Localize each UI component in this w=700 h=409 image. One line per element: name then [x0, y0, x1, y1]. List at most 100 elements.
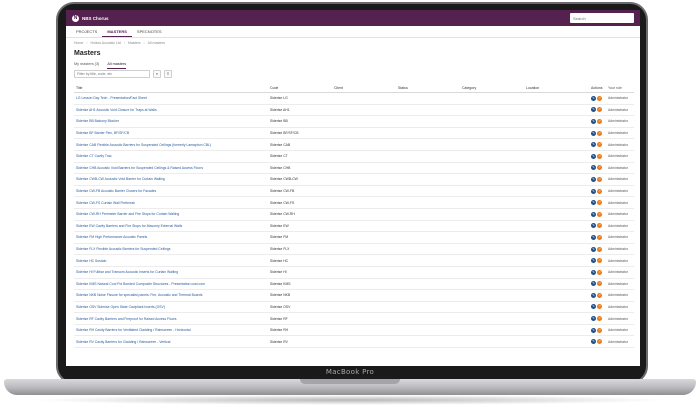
- column-client[interactable]: Client: [334, 86, 398, 90]
- share-icon[interactable]: ↗: [597, 107, 602, 113]
- share-icon[interactable]: ↗: [597, 200, 602, 206]
- table-row[interactable]: Siderise CWB-CW Acoustic Void Barrier fo…: [74, 174, 634, 186]
- row-title-link[interactable]: Siderise EW Cavity Barriers and Fire Sto…: [74, 224, 270, 228]
- row-title-link[interactable]: Siderise CWB-CW Acoustic Void Barrier fo…: [74, 177, 270, 181]
- breadcrumb-masters[interactable]: Masters: [128, 41, 140, 45]
- edit-icon[interactable]: ✎: [591, 281, 596, 287]
- row-title-link[interactable]: Siderise OSV Siderise Open State Cavipli…: [74, 305, 270, 309]
- row-title-link[interactable]: Siderise HI Fullbar and Transom Acoustic…: [74, 270, 270, 274]
- edit-icon[interactable]: ✎: [591, 95, 596, 101]
- edit-icon[interactable]: ✎: [591, 118, 596, 124]
- share-icon[interactable]: ↗: [597, 304, 602, 310]
- share-icon[interactable]: ↗: [597, 246, 602, 252]
- edit-icon[interactable]: ✎: [591, 292, 596, 298]
- row-title-link[interactable]: Siderise KMS Natural Cool Pol Bonded Com…: [74, 282, 270, 286]
- table-row[interactable]: Siderise CW-FS Curtain Wall Firebreak Sid…: [74, 197, 634, 209]
- subtab-all-masters[interactable]: All masters: [107, 62, 127, 69]
- table-row[interactable]: Siderise FLX Flexible Acoustic Barriers …: [74, 244, 634, 256]
- edit-icon[interactable]: ✎: [591, 176, 596, 182]
- share-icon[interactable]: ↗: [597, 188, 602, 194]
- edit-icon[interactable]: ✎: [591, 234, 596, 240]
- table-row[interactable]: Siderise RF Cavity Barriers and Fireproo…: [74, 313, 634, 325]
- table-row[interactable]: Siderise RV Cavity Barriers for Cladding…: [74, 336, 634, 349]
- row-title-link[interactable]: Siderise BF Barrier Flex, BF/SF/CB: [74, 131, 270, 135]
- table-row[interactable]: Siderise CW-RH Perimeter Barrier and Fir…: [74, 209, 634, 221]
- row-title-link[interactable]: Siderise CW-FS Curtain Wall Firebreak: [74, 201, 270, 205]
- nav-tab-projects[interactable]: PROJECTS: [71, 26, 102, 37]
- share-icon[interactable]: ↗: [597, 258, 602, 264]
- table-row[interactable]: Siderise CW-FB Acoustic Barrier Closers …: [74, 186, 634, 198]
- column-status[interactable]: Status: [398, 86, 462, 90]
- share-icon[interactable]: ↗: [597, 327, 602, 333]
- table-row[interactable]: Siderise CT Cavity Trac Siderise CT ✎ ↗ Admi…: [74, 151, 634, 163]
- table-row[interactable]: Siderise OSV Siderise Open State Cavipli…: [74, 302, 634, 314]
- edit-icon[interactable]: ✎: [591, 304, 596, 310]
- share-icon[interactable]: ↗: [597, 269, 602, 275]
- row-title-link[interactable]: Siderise AH1 Acoustic Void Closure for T…: [74, 108, 270, 112]
- nav-tab-specnotes[interactable]: SPECNOTES: [132, 26, 167, 37]
- subtab-my-masters[interactable]: My masters (3): [74, 62, 99, 69]
- table-row[interactable]: Siderise AH1 Acoustic Void Closure for T…: [74, 105, 634, 117]
- share-icon[interactable]: ↗: [597, 211, 602, 217]
- table-row[interactable]: Siderise KMS Natural Cool Pol Bonded Com…: [74, 279, 634, 291]
- filter-input[interactable]: [74, 70, 150, 78]
- row-title-link[interactable]: Siderise RV Cavity Barriers for Cladding…: [74, 340, 270, 344]
- breadcrumb-home[interactable]: Home: [74, 41, 83, 45]
- edit-icon[interactable]: ✎: [591, 339, 596, 345]
- edit-icon[interactable]: ✎: [591, 223, 596, 229]
- edit-icon[interactable]: ✎: [591, 258, 596, 264]
- column-code[interactable]: Code: [270, 86, 334, 90]
- row-title-link[interactable]: Siderise CW-FB Acoustic Barrier Closers …: [74, 189, 270, 193]
- column-location[interactable]: Location: [526, 86, 591, 90]
- edit-icon[interactable]: ✎: [591, 200, 596, 206]
- nav-tab-masters[interactable]: MASTERS: [102, 26, 132, 37]
- table-row[interactable]: Siderise BB Balcony Blocker Siderise BB ✎ ↗…: [74, 116, 634, 128]
- share-icon[interactable]: ↗: [597, 176, 602, 182]
- share-icon[interactable]: ↗: [597, 165, 602, 171]
- edit-icon[interactable]: ✎: [591, 211, 596, 217]
- table-row[interactable]: LG Lesson Day Tech - Presentation/Fact S…: [74, 93, 634, 105]
- share-icon[interactable]: ↗: [597, 292, 602, 298]
- column-title[interactable]: Title: [74, 86, 270, 90]
- edit-icon[interactable]: ✎: [591, 269, 596, 275]
- filter-search-icon[interactable]: ⌕: [153, 70, 161, 78]
- app-logo-icon[interactable]: N: [72, 14, 79, 22]
- edit-icon[interactable]: ✎: [591, 142, 596, 148]
- search-box[interactable]: [570, 13, 634, 23]
- share-icon[interactable]: ↗: [597, 142, 602, 148]
- table-row[interactable]: Siderise EW Cavity Barriers and Fire Sto…: [74, 221, 634, 233]
- edit-icon[interactable]: ✎: [591, 327, 596, 333]
- row-title-link[interactable]: Siderise HC Sustain: [74, 259, 270, 263]
- table-row[interactable]: Siderise RH Cavity Barriers for Ventilat…: [74, 325, 634, 337]
- row-title-link[interactable]: Siderise CHB Acoustic Void Barriers for …: [74, 166, 270, 170]
- row-title-link[interactable]: Siderise BB Balcony Blocker: [74, 119, 270, 123]
- table-row[interactable]: Siderise FM High Performance Acoustic Pa…: [74, 232, 634, 244]
- edit-icon[interactable]: ✎: [591, 130, 596, 136]
- edit-icon[interactable]: ✎: [591, 188, 596, 194]
- filter-options-icon[interactable]: ≡: [164, 70, 172, 78]
- edit-icon[interactable]: ✎: [591, 153, 596, 159]
- row-title-link[interactable]: Siderise FM High Performance Acoustic Pa…: [74, 235, 270, 239]
- row-title-link[interactable]: Siderise CAB Flexible Acoustic Barriers …: [74, 143, 270, 147]
- edit-icon[interactable]: ✎: [591, 316, 596, 322]
- row-title-link[interactable]: Siderise RH Cavity Barriers for Ventilat…: [74, 328, 270, 332]
- share-icon[interactable]: ↗: [597, 130, 602, 136]
- table-row[interactable]: Siderise HC Sustain Siderise HC ✎ ↗ Administ…: [74, 255, 634, 267]
- share-icon[interactable]: ↗: [597, 316, 602, 322]
- share-icon[interactable]: ↗: [597, 234, 602, 240]
- edit-icon[interactable]: ✎: [591, 165, 596, 171]
- share-icon[interactable]: ↗: [597, 339, 602, 345]
- share-icon[interactable]: ↗: [597, 281, 602, 287]
- table-row[interactable]: Siderise HI Fullbar and Transom Acoustic…: [74, 267, 634, 279]
- row-title-link[interactable]: LG Lesson Day Tech - Presentation/Fact S…: [74, 96, 270, 100]
- table-row[interactable]: Siderise BF Barrier Flex, BF/SF/CB Sideri…: [74, 128, 634, 140]
- edit-icon[interactable]: ✎: [591, 246, 596, 252]
- share-icon[interactable]: ↗: [597, 95, 602, 101]
- breadcrumb-company[interactable]: Hollow Acoustic Ltd: [91, 41, 121, 45]
- table-row[interactable]: Siderise NKB Noise Fissure for specialis…: [74, 290, 634, 302]
- table-row[interactable]: Siderise CHB Acoustic Void Barriers for …: [74, 163, 634, 175]
- edit-icon[interactable]: ✎: [591, 107, 596, 113]
- row-title-link[interactable]: Siderise FLX Flexible Acoustic Barriers …: [74, 247, 270, 251]
- search-input[interactable]: [573, 15, 631, 21]
- share-icon[interactable]: ↗: [597, 223, 602, 229]
